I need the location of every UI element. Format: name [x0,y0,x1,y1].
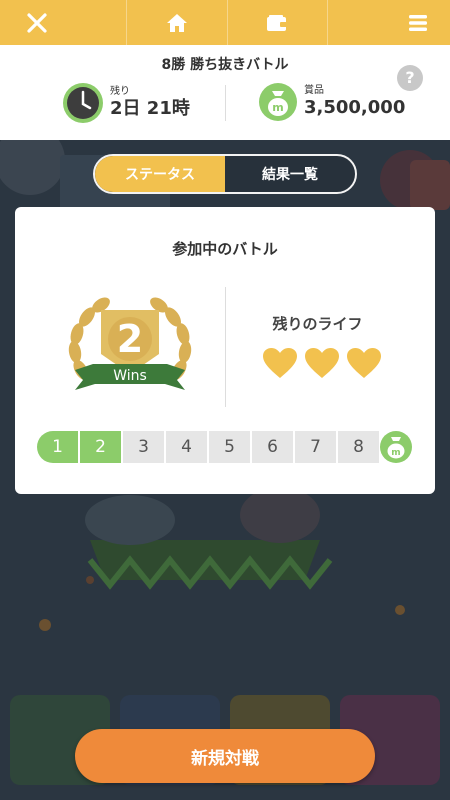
svg-text:m: m [272,101,283,114]
progress-step: 2 [80,431,121,463]
money-bag-icon: m [380,431,412,463]
menu-icon [409,14,427,31]
wallet-button[interactable] [226,0,328,45]
prize: m 賞品 3,500,000 [258,82,405,122]
header-divider [225,85,226,121]
card-title: 参加中のバトル [172,240,278,258]
battle-title: 8勝 勝ち抜きバトル [161,57,289,73]
close-button[interactable] [0,0,126,45]
wins-number: 2 [117,317,143,361]
progress-step: 8 [338,431,379,463]
wallet-icon [267,14,288,31]
clock-icon [63,83,103,123]
tab-results[interactable]: 結果一覧 [225,156,355,192]
life-hearts [262,347,382,379]
progress-step: 3 [123,431,164,463]
heart-icon [347,348,381,378]
new-battle-button[interactable]: 新規対戦 [75,729,375,783]
progress-step: 4 [166,431,207,463]
svg-text:m: m [391,448,400,458]
tab-bar: ステータス 結果一覧 [93,154,357,194]
life-label: 残りのライフ [272,315,363,333]
remaining-label: 残り [110,86,130,97]
home-button[interactable] [125,0,227,45]
heart-icon [263,348,297,378]
laurel-wreath-icon: 2 Wins [68,297,192,390]
wins-badge: 2 Wins [65,292,195,402]
heart-icon [305,348,339,378]
progress-step: 7 [295,431,336,463]
remaining-time: 残り 2日 21時 [62,82,190,124]
wins-label: Wins [113,368,147,384]
menu-button[interactable] [327,0,450,45]
home-icon [166,13,187,32]
close-icon [27,12,47,33]
prize-label: 賞品 [304,85,324,96]
win-progress: 1 2 3 4 5 6 7 8 m [37,431,415,463]
battle-header: 8勝 勝ち抜きバトル ? 残り 2日 21時 m 賞品 3,500,000 [0,45,450,140]
progress-step: 1 [37,431,78,463]
tab-status[interactable]: ステータス [95,156,225,192]
top-bar [0,0,450,45]
remaining-value: 2日 21時 [110,98,190,119]
money-bag-icon: m [259,83,297,121]
goal-prize: m [379,431,413,463]
progress-step: 6 [252,431,293,463]
card-divider [225,287,226,407]
progress-step: 5 [209,431,250,463]
battle-status-card: 参加中のバトル 2 Wins 残りのライフ 1 2 3 4 5 6 7 8 m [15,207,435,494]
prize-value: 3,500,000 [304,97,406,118]
